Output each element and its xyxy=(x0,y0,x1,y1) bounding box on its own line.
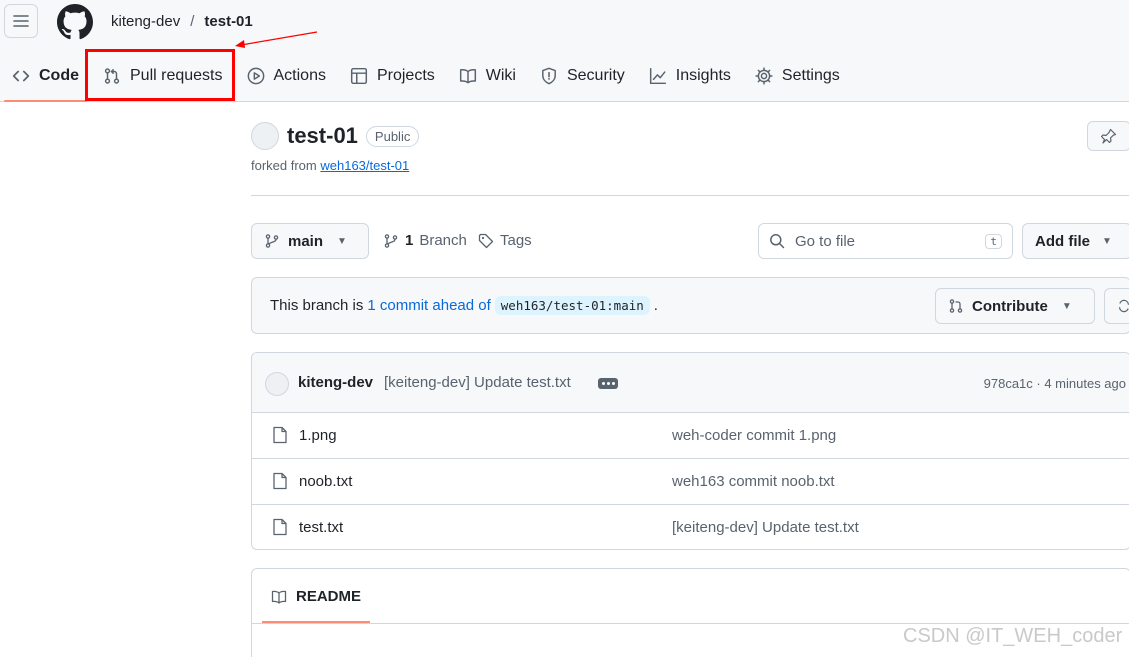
readme-tab[interactable]: README xyxy=(270,588,361,605)
tag-icon xyxy=(478,233,494,248)
forked-from: forked from weh163/test-01 xyxy=(251,158,409,173)
github-logo-icon[interactable] xyxy=(57,4,93,40)
code-icon xyxy=(12,70,30,81)
search-placeholder: Go to file xyxy=(795,232,856,250)
annotation-arrow xyxy=(235,31,318,48)
contribute-label: Contribute xyxy=(972,297,1048,315)
commit-author[interactable]: kiteng-dev xyxy=(298,374,373,391)
git-branch-icon xyxy=(265,234,279,248)
file-name[interactable]: noob.txt xyxy=(299,473,352,490)
file-icon xyxy=(273,472,287,490)
latest-commit-row: kiteng-dev [keiteng-dev] Update test.txt… xyxy=(252,353,1129,413)
readme-label: README xyxy=(296,588,362,605)
status-suffix: . xyxy=(653,297,658,314)
shortcut-key: t xyxy=(985,233,1002,249)
file-commit-message[interactable]: [keiteng-dev] Update test.txt xyxy=(672,519,859,536)
tab-label: Settings xyxy=(781,66,840,84)
table-icon xyxy=(350,67,368,84)
watermark: CSDN @IT_WEH_coder xyxy=(903,625,1123,647)
hamburger-icon xyxy=(13,15,29,27)
file-table: kiteng-dev [keiteng-dev] Update test.txt… xyxy=(251,352,1129,550)
tags-link[interactable]: Tags xyxy=(478,232,532,249)
tab-wiki[interactable]: Wiki xyxy=(447,52,528,99)
tab-actions[interactable]: Actions xyxy=(235,52,338,99)
tab-settings[interactable]: Settings xyxy=(743,52,852,99)
tab-label: Projects xyxy=(376,66,435,84)
tab-label: Security xyxy=(566,66,625,84)
tab-label: Actions xyxy=(273,66,326,84)
table-row[interactable]: test.txt [keiteng-dev] Update test.txt xyxy=(252,505,1129,549)
sync-fork-button[interactable] xyxy=(1104,288,1129,324)
gear-icon xyxy=(755,66,773,85)
commit-meta[interactable]: 978ca1c · 4 minutes ago xyxy=(984,376,1126,391)
commit-message[interactable]: [keiteng-dev] Update test.txt xyxy=(384,374,571,391)
tab-security[interactable]: Security xyxy=(528,52,637,99)
repo-name[interactable]: test-01 xyxy=(287,123,358,149)
tab-label: Insights xyxy=(675,66,731,84)
chevron-down-icon: ▼ xyxy=(1061,300,1072,312)
commits-ahead-link[interactable]: 1 commit ahead of xyxy=(367,297,490,314)
menu-button[interactable] xyxy=(4,4,38,38)
book-icon xyxy=(271,590,287,604)
chevron-down-icon: ▼ xyxy=(1102,235,1112,247)
file-commit-message[interactable]: weh163 commit noob.txt xyxy=(672,473,835,490)
file-name[interactable]: 1.png xyxy=(299,427,337,444)
add-file-label: Add file xyxy=(1035,232,1090,250)
pin-button[interactable] xyxy=(1087,121,1129,151)
branch-status-text: This branch is 1 commit ahead of weh163/… xyxy=(270,296,658,315)
branches-link[interactable]: 1 Branch xyxy=(383,232,467,249)
branch-name: main xyxy=(288,232,324,250)
ellipsis-icon[interactable] xyxy=(598,378,618,389)
annotation-highlight-box xyxy=(85,49,235,101)
play-circle-icon xyxy=(247,67,264,84)
repo-title: test-01 Public xyxy=(251,122,420,150)
breadcrumb-separator: / xyxy=(190,13,195,30)
branch-select-button[interactable]: main ▼ xyxy=(251,223,369,259)
tab-label: Wiki xyxy=(485,66,516,84)
table-row[interactable]: noob.txt weh163 commit noob.txt xyxy=(252,459,1129,505)
file-name[interactable]: test.txt xyxy=(299,519,343,536)
tab-label: Code xyxy=(39,66,79,84)
graph-icon xyxy=(649,67,666,84)
forked-from-link[interactable]: weh163/test-01 xyxy=(320,158,409,173)
book-icon xyxy=(459,68,476,83)
chevron-down-icon: ▼ xyxy=(337,235,347,247)
table-row[interactable]: 1.png weh-coder commit 1.png xyxy=(252,413,1129,459)
branch-label: Branch xyxy=(419,232,467,249)
file-icon xyxy=(273,518,287,536)
git-pull-request-icon xyxy=(949,299,963,313)
file-commit-message[interactable]: weh-coder commit 1.png xyxy=(672,427,836,444)
tab-projects[interactable]: Projects xyxy=(338,52,447,99)
search-icon xyxy=(770,234,785,249)
file-icon xyxy=(273,426,287,444)
forked-prefix: forked from xyxy=(251,158,317,173)
add-file-button[interactable]: Add file ▼ xyxy=(1022,223,1129,259)
status-prefix: This branch is xyxy=(270,297,364,314)
divider xyxy=(252,623,1129,624)
sync-icon xyxy=(1119,299,1129,313)
visibility-badge: Public xyxy=(365,125,420,147)
shield-icon xyxy=(542,67,556,84)
tab-insights[interactable]: Insights xyxy=(637,52,743,99)
breadcrumb-owner[interactable]: kiteng-dev xyxy=(111,12,180,32)
upstream-ref: weh163/test-01:main xyxy=(494,296,650,315)
pin-icon xyxy=(1101,128,1117,144)
avatar[interactable] xyxy=(265,372,289,396)
avatar[interactable] xyxy=(251,122,279,150)
go-to-file-input[interactable]: Go to file t xyxy=(758,223,1013,259)
branch-count: 1 xyxy=(405,232,414,249)
divider xyxy=(251,195,1129,196)
tags-label: Tags xyxy=(500,232,532,249)
git-branch-icon xyxy=(384,233,398,248)
contribute-button[interactable]: Contribute ▼ xyxy=(935,288,1095,324)
tab-code[interactable]: Code xyxy=(0,52,91,102)
